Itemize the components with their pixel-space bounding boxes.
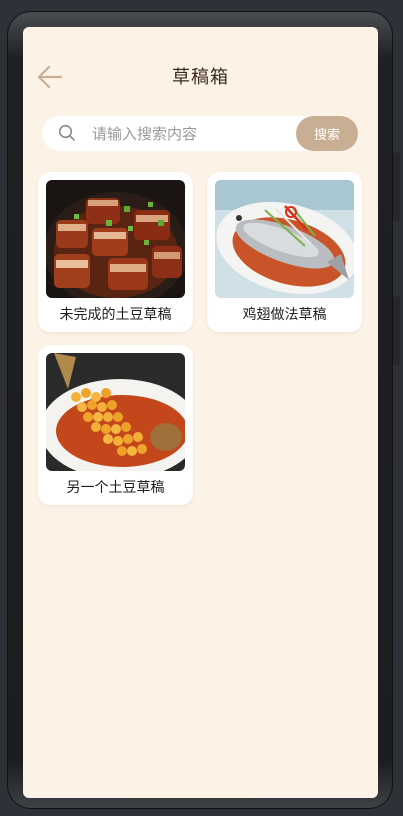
- power-button: [393, 296, 400, 366]
- search-icon: [58, 124, 75, 141]
- volume-button: [393, 152, 400, 222]
- draft-card[interactable]: 未完成的土豆草稿: [38, 172, 193, 332]
- draft-card-title: 另一个土豆草稿: [66, 480, 165, 496]
- draft-card[interactable]: 另一个土豆草稿: [38, 345, 193, 505]
- squirrel-fish-photo: [46, 353, 185, 471]
- app-screen: 草稿箱 搜索: [23, 27, 378, 798]
- draft-card[interactable]: 鸡翅做法草稿: [207, 172, 362, 332]
- header: 草稿箱: [23, 27, 378, 127]
- search-bar: 搜索: [42, 116, 358, 151]
- page-title: 草稿箱: [172, 67, 229, 88]
- draft-card-title: 未完成的土豆草稿: [59, 307, 172, 323]
- braised-pork-photo: [46, 180, 185, 298]
- steamed-fish-photo: [215, 180, 354, 298]
- search-input[interactable]: [92, 116, 292, 151]
- search-button[interactable]: 搜索: [296, 116, 358, 151]
- draft-card-title: 鸡翅做法草稿: [242, 307, 327, 323]
